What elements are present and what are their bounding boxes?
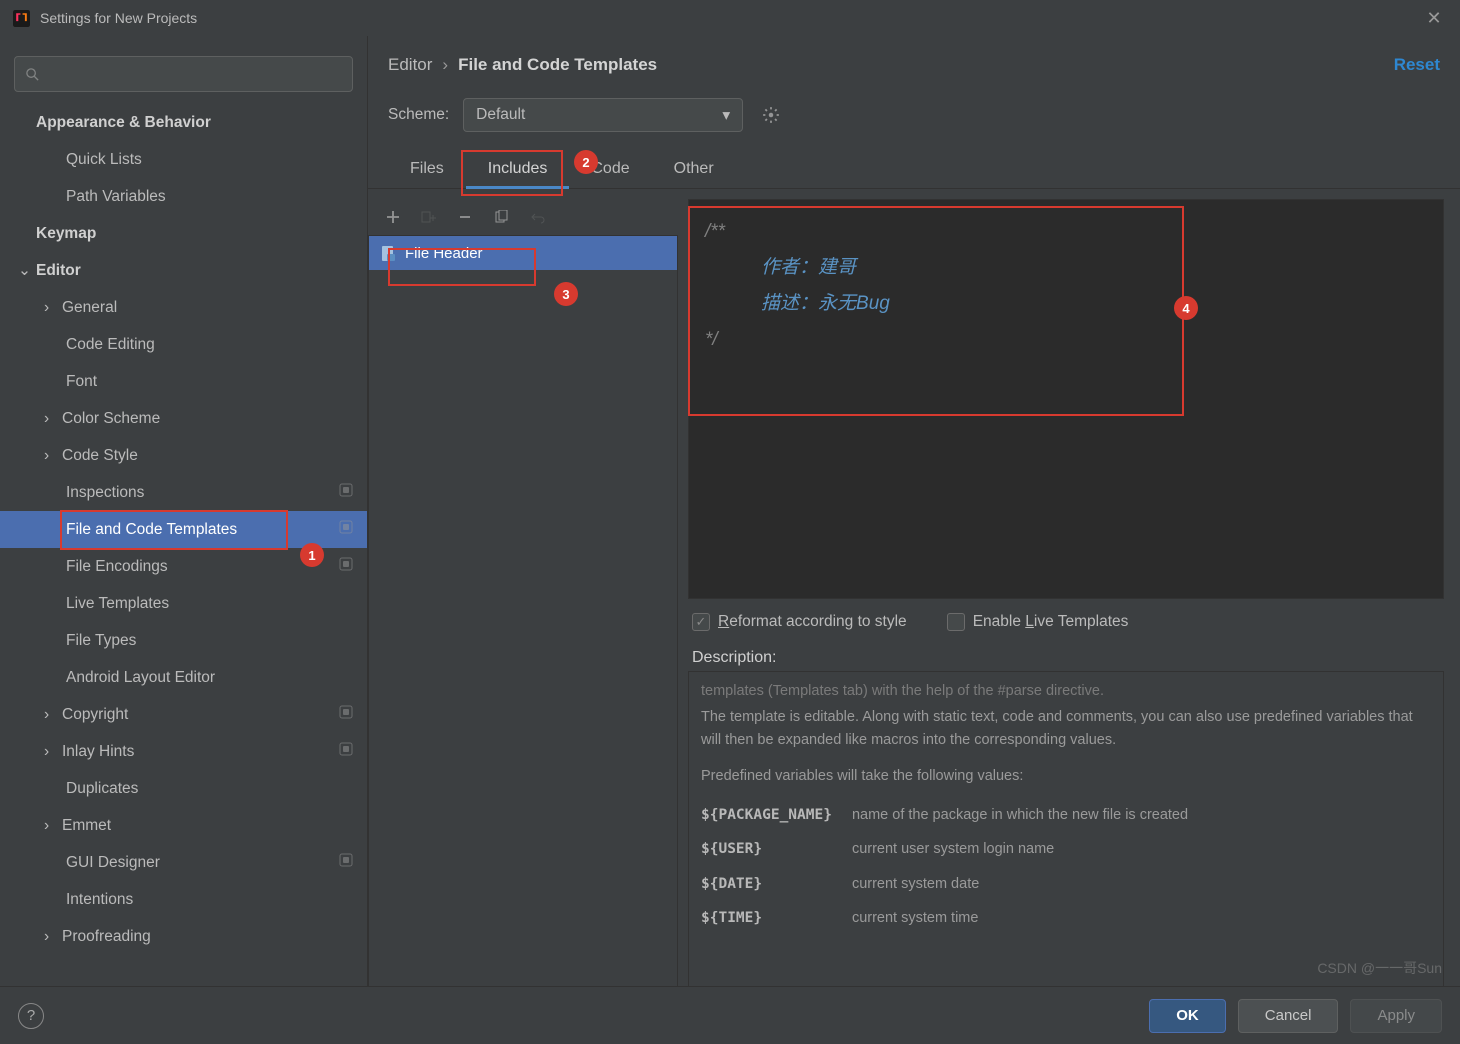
sidebar-item-intentions[interactable]: Intentions bbox=[0, 881, 367, 918]
remove-icon[interactable] bbox=[454, 206, 476, 228]
sidebar-item-code-editing[interactable]: Code Editing bbox=[0, 326, 367, 363]
undo-icon[interactable] bbox=[526, 206, 548, 228]
tab-code[interactable]: Code bbox=[569, 150, 651, 188]
description-heading: Description: bbox=[688, 645, 1444, 671]
settings-tree-sidebar: Appearance & BehaviorQuick ListsPath Var… bbox=[0, 36, 368, 996]
add-child-icon[interactable] bbox=[418, 206, 440, 228]
template-item-file-header[interactable]: File Header bbox=[369, 236, 677, 270]
checkbox-icon bbox=[947, 613, 965, 631]
sidebar-item-duplicates[interactable]: Duplicates bbox=[0, 770, 367, 807]
variable-desc: name of the package in which the new fil… bbox=[852, 798, 1208, 832]
breadcrumb: Editor › File and Code Templates Reset bbox=[368, 36, 1460, 94]
sidebar-item-appearance-behavior[interactable]: Appearance & Behavior bbox=[0, 104, 367, 141]
chevron-right-icon: › bbox=[44, 410, 62, 428]
sidebar-item-proofreading[interactable]: ›Proofreading bbox=[0, 918, 367, 955]
app-icon bbox=[12, 9, 30, 27]
sidebar-item-color-scheme[interactable]: ›Color Scheme bbox=[0, 400, 367, 437]
reset-link[interactable]: Reset bbox=[1394, 55, 1440, 75]
scope-icon bbox=[339, 557, 353, 576]
sidebar-item-copyright[interactable]: ›Copyright bbox=[0, 696, 367, 733]
sidebar-item-gui-designer[interactable]: GUI Designer bbox=[0, 844, 367, 881]
add-icon[interactable] bbox=[382, 206, 404, 228]
scope-icon bbox=[339, 483, 353, 502]
checkbox-icon bbox=[692, 613, 710, 631]
tab-other[interactable]: Other bbox=[652, 150, 736, 188]
sidebar-item-editor[interactable]: ⌄Editor bbox=[0, 252, 367, 289]
sidebar-item-android-layout-editor[interactable]: Android Layout Editor bbox=[0, 659, 367, 696]
breadcrumb-parent[interactable]: Editor bbox=[388, 55, 432, 75]
chevron-right-icon: › bbox=[442, 55, 448, 75]
variable-name: ${USER} bbox=[701, 832, 852, 866]
scope-icon bbox=[339, 705, 353, 724]
variable-name: ${PACKAGE_NAME} bbox=[701, 798, 852, 832]
reformat-checkbox[interactable]: Reformat according to style bbox=[692, 613, 907, 631]
chevron-right-icon: › bbox=[44, 706, 62, 724]
sidebar-item-emmet[interactable]: ›Emmet bbox=[0, 807, 367, 844]
chevron-right-icon: › bbox=[44, 447, 62, 465]
chevron-right-icon: › bbox=[44, 299, 62, 317]
search-input[interactable] bbox=[14, 56, 353, 92]
scheme-dropdown[interactable]: Default ▾ bbox=[463, 98, 743, 132]
help-icon[interactable]: ? bbox=[18, 1003, 44, 1029]
sidebar-item-general[interactable]: ›General bbox=[0, 289, 367, 326]
sidebar-item-live-templates[interactable]: Live Templates bbox=[0, 585, 367, 622]
variable-desc: current system date bbox=[852, 867, 1208, 901]
cancel-button[interactable]: Cancel bbox=[1238, 999, 1339, 1033]
chevron-down-icon: ▾ bbox=[722, 106, 730, 125]
template-tabs: FilesIncludesCodeOther bbox=[368, 150, 1460, 189]
sidebar-item-file-and-code-templates[interactable]: File and Code Templates bbox=[0, 511, 367, 548]
variable-name: ${TIME} bbox=[701, 901, 852, 935]
scheme-label: Scheme: bbox=[388, 106, 449, 124]
variable-name: ${DATE} bbox=[701, 867, 852, 901]
sidebar-item-path-variables[interactable]: Path Variables bbox=[0, 178, 367, 215]
tab-includes[interactable]: Includes bbox=[466, 150, 570, 188]
variable-desc: current system time bbox=[852, 901, 1208, 935]
scope-icon bbox=[339, 520, 353, 539]
sidebar-item-code-style[interactable]: ›Code Style bbox=[0, 437, 367, 474]
sidebar-item-file-types[interactable]: File Types bbox=[0, 622, 367, 659]
close-icon[interactable]: ✕ bbox=[1420, 8, 1448, 29]
sidebar-item-inspections[interactable]: Inspections bbox=[0, 474, 367, 511]
copy-icon[interactable] bbox=[490, 206, 512, 228]
ok-button[interactable]: OK bbox=[1149, 999, 1226, 1033]
sidebar-item-keymap[interactable]: Keymap bbox=[0, 215, 367, 252]
description-panel: templates (Templates tab) with the help … bbox=[688, 671, 1444, 996]
enable-live-templates-checkbox[interactable]: Enable Live Templates bbox=[947, 613, 1129, 631]
sidebar-item-font[interactable]: Font bbox=[0, 363, 367, 400]
chevron-right-icon: › bbox=[44, 928, 62, 946]
variable-desc: current user system login name bbox=[852, 832, 1208, 866]
sidebar-item-inlay-hints[interactable]: ›Inlay Hints bbox=[0, 733, 367, 770]
scope-icon bbox=[339, 742, 353, 761]
sidebar-item-quick-lists[interactable]: Quick Lists bbox=[0, 141, 367, 178]
window-title: Settings for New Projects bbox=[40, 10, 1420, 26]
tab-files[interactable]: Files bbox=[388, 150, 466, 188]
sidebar-item-file-encodings[interactable]: File Encodings bbox=[0, 548, 367, 585]
gear-icon[interactable] bbox=[757, 101, 785, 129]
template-list[interactable]: File Header bbox=[368, 235, 678, 996]
chevron-right-icon: › bbox=[44, 743, 62, 761]
apply-button[interactable]: Apply bbox=[1350, 999, 1442, 1033]
watermark: CSDN @一一哥Sun bbox=[1317, 958, 1442, 978]
scope-icon bbox=[339, 853, 353, 872]
breadcrumb-current: File and Code Templates bbox=[458, 55, 657, 75]
template-editor[interactable]: /** 作者：建哥 描述：永无Bug */ bbox=[688, 199, 1444, 599]
chevron-right-icon: › bbox=[44, 817, 62, 835]
chevron-down-icon: ⌄ bbox=[18, 261, 36, 280]
template-toolbar bbox=[368, 199, 678, 235]
file-icon bbox=[379, 244, 397, 262]
